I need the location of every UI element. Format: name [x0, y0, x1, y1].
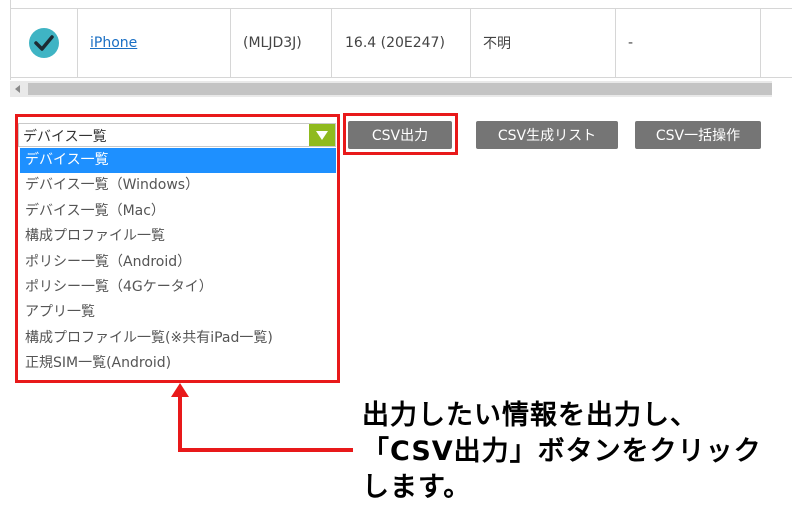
highlight-frame-csv-button [343, 113, 458, 155]
check-icon [29, 28, 59, 58]
table-cell-extra: - [616, 8, 761, 78]
arrow-line-vertical [178, 392, 182, 452]
instruction-callout: 出力したい情報を出力し、 「CSV出力」ボタンをクリック します。 [362, 398, 762, 506]
scrollbar-thumb[interactable] [28, 83, 772, 95]
table-cell-device-name: iPhone [78, 8, 231, 78]
table-cell-model: (MLJD3J) [231, 8, 332, 78]
table-cell-status-icon [11, 8, 78, 78]
csv-list-button[interactable]: CSV生成リスト [476, 121, 618, 149]
arrow-line-horizontal [178, 448, 353, 452]
table-cell-overflow [761, 8, 792, 78]
device-link[interactable]: iPhone [90, 35, 137, 51]
callout-line-1: 出力したい情報を出力し、 [362, 400, 698, 431]
scroll-left-arrow-icon[interactable] [10, 81, 26, 97]
csv-bulk-button[interactable]: CSV一括操作 [635, 121, 761, 149]
horizontal-scrollbar[interactable] [10, 81, 772, 97]
device-table: iPhone (MLJD3J) 16.4 (20E247) 不明 - [10, 0, 792, 80]
highlight-frame-dropdown [15, 114, 340, 383]
callout-line-2: 「CSV出力」ボタンをクリック [362, 436, 762, 467]
table-cell-status: 不明 [471, 8, 616, 78]
table-cell-os-version: 16.4 (20E247) [332, 8, 471, 78]
callout-line-3: します。 [362, 472, 472, 503]
